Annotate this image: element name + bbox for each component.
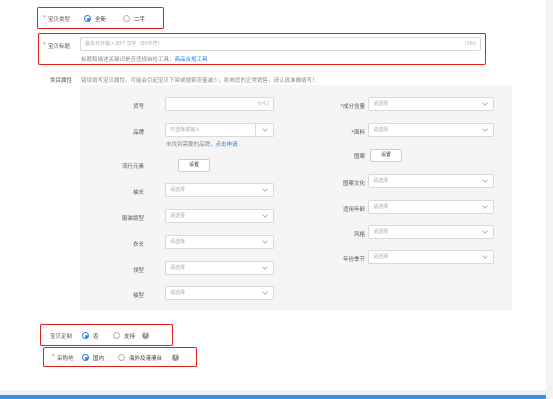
purchase-domestic-label[interactable]: 国内 <box>93 354 104 362</box>
composition-label-text: 成分含量 <box>342 104 365 110</box>
item-number-input[interactable]: 0/42 <box>165 97 274 111</box>
item-type-new-radio[interactable] <box>84 15 91 22</box>
year-season-select[interactable]: 请选择 <box>368 250 494 264</box>
applicable-age-select[interactable]: 请选择 <box>368 200 494 214</box>
vertical-scrollbar[interactable] <box>546 0 553 399</box>
select-placeholder: 请选择 <box>373 229 389 235</box>
brand-hint-text: 未找到需要的品牌， <box>166 142 216 148</box>
item-number-counter: 0/42 <box>257 101 269 107</box>
item-title-input[interactable]: 最多允许输入30个汉字（60字符） 0/60 <box>80 37 481 51</box>
attr-label-length: 衣长 <box>132 242 144 248</box>
brand-placeholder: 可选择或输入 <box>170 127 201 133</box>
chevron-down-icon <box>262 240 268 244</box>
required-star: * <box>43 42 46 48</box>
attr-label-sleeve-type: 袖型 <box>132 293 144 299</box>
brand-hint: 未找到需要的品牌，点击申请 <box>166 140 238 148</box>
pattern-culture-select[interactable]: 请选择 <box>368 174 494 188</box>
select-placeholder: 请选择 <box>373 204 389 210</box>
footer-bar <box>0 395 546 399</box>
sleeve-type-select[interactable]: 请选择 <box>165 286 274 300</box>
select-placeholder: 请选择 <box>170 187 186 193</box>
chevron-down-icon <box>482 102 488 106</box>
purchase-domestic-radio[interactable] <box>82 354 89 361</box>
select-placeholder: 请选择 <box>373 127 389 133</box>
customization-yes-label[interactable]: 支持 <box>124 332 135 340</box>
attr-label-fabric: *面料 <box>310 128 365 136</box>
attr-label-item-number: 货号 <box>132 104 144 110</box>
brand-apply-link[interactable]: 点击申请 <box>216 142 238 148</box>
item-type-used-radio[interactable] <box>123 15 130 22</box>
item-title-hint-text: 标题和描述关键词是否违规自检工具： <box>81 57 175 63</box>
length-select[interactable]: 请选择 <box>165 235 274 249</box>
attr-label-applicable-age: 适用年龄 <box>342 207 365 213</box>
category-attrs-label: 类目属性 <box>50 78 73 84</box>
chevron-down-icon <box>482 230 488 234</box>
customization-label: 宝贝定制 <box>50 334 73 340</box>
attr-label-year-season: 年份季节 <box>342 257 365 263</box>
select-placeholder: 请选择 <box>373 101 389 107</box>
select-placeholder: 请选择 <box>170 213 186 219</box>
pattern-settings-button[interactable]: 设置 <box>370 149 402 162</box>
select-placeholder: 请选择 <box>373 254 389 260</box>
attr-label-composition: *成分含量 <box>310 102 365 110</box>
attr-label-sleeve-length: 袖长 <box>132 190 144 196</box>
style-select[interactable]: 请选择 <box>368 225 494 239</box>
item-type-label: 宝贝类型 <box>48 17 71 23</box>
customization-no-radio[interactable] <box>82 332 89 339</box>
chevron-down-icon <box>482 179 488 183</box>
fabric-select[interactable]: 请选择 <box>368 123 494 137</box>
customization-no-label[interactable]: 否 <box>93 332 99 340</box>
compliance-tool-link[interactable]: 商品合规工具 <box>175 57 208 63</box>
fabric-label-text: 面料 <box>353 130 365 136</box>
purchase-overseas-radio[interactable] <box>118 354 125 361</box>
chevron-down-icon <box>262 188 268 192</box>
attr-label-brand: 品牌 <box>132 130 144 136</box>
chevron-down-icon <box>482 205 488 209</box>
select-placeholder: 请选择 <box>170 290 186 296</box>
collar-select[interactable]: 请选择 <box>165 261 274 275</box>
required-star: * <box>52 354 55 360</box>
item-type-new-label[interactable]: 全新 <box>95 15 106 23</box>
purchase-overseas-label[interactable]: 海外及港澳台 <box>129 354 162 362</box>
attr-label-fit: 服装版型 <box>121 216 144 222</box>
select-placeholder: 请选择 <box>170 265 186 271</box>
brand-combobox[interactable]: 可选择或输入 <box>165 123 274 137</box>
item-title-placeholder: 最多允许输入30个汉字（60字符） <box>85 41 163 47</box>
chevron-down-icon <box>262 214 268 218</box>
trend-elements-settings-button[interactable]: 设置 <box>178 159 210 172</box>
fit-select[interactable]: 请选择 <box>165 209 274 223</box>
item-title-hint: 标题和描述关键词是否违规自检工具：商品合规工具 <box>81 55 208 63</box>
required-star: * <box>43 15 46 21</box>
composition-select[interactable]: 请选择 <box>368 97 494 111</box>
category-attrs-notice: 错误填写宝贝属性，可能会引起宝贝下架或搜索流量减少，影响您的正常销售，请认真准确… <box>81 78 318 84</box>
help-icon[interactable]: ? <box>142 332 149 339</box>
item-type-used-label[interactable]: 二手 <box>134 15 145 23</box>
attr-label-collar: 领型 <box>132 268 144 274</box>
item-title-label: 宝贝标题 <box>48 44 71 50</box>
chevron-down-icon <box>262 291 268 295</box>
chevron-down-icon <box>482 128 488 132</box>
sleeve-length-select[interactable]: 请选择 <box>165 183 274 197</box>
attr-label-trend-elements: 流行元素 <box>121 164 144 170</box>
attr-label-pattern-culture: 图案文化 <box>342 181 365 187</box>
category-attrs-box <box>80 85 512 310</box>
attr-label-style: 风格 <box>353 232 365 238</box>
select-placeholder: 请选择 <box>170 239 186 245</box>
attr-label-pattern: 图案 <box>353 154 365 160</box>
brand-dropdown-toggle[interactable] <box>255 124 273 136</box>
chevron-down-icon <box>262 128 268 132</box>
chevron-down-icon <box>262 266 268 270</box>
item-title-counter: 0/60 <box>464 41 476 47</box>
chevron-down-icon <box>482 255 488 259</box>
publish-form-panel: * 宝贝类型 全新 二手 * 宝贝标题 最多允许输入30个汉字（60字符） 0/… <box>0 0 546 390</box>
select-placeholder: 请选择 <box>373 178 389 184</box>
help-icon[interactable]: ? <box>172 354 179 361</box>
purchase-location-label: 采购地 <box>57 356 74 362</box>
customization-yes-radio[interactable] <box>113 332 120 339</box>
